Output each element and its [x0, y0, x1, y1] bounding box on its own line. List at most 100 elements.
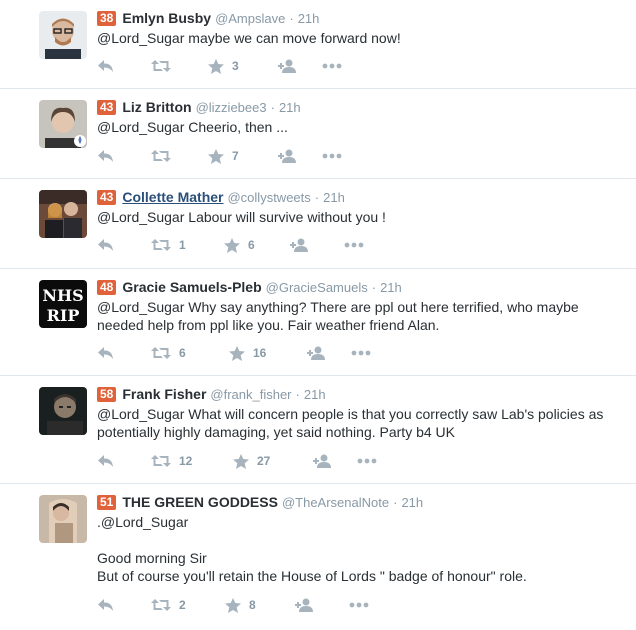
- mention-link[interactable]: @Lord_Sugar: [97, 119, 184, 135]
- tweet-actions: 7: [97, 147, 342, 165]
- retweet-icon: [151, 346, 171, 360]
- tweet-header: 38 Emlyn Busby @Ampslave · 21h: [97, 10, 319, 26]
- timestamp[interactable]: 21h: [401, 495, 423, 510]
- author-handle[interactable]: @GracieSamuels: [266, 280, 368, 295]
- author-handle[interactable]: @TheArsenalNote: [282, 495, 389, 510]
- avatar[interactable]: NHS RIP: [39, 280, 87, 328]
- retweet-count: 1: [179, 238, 186, 252]
- mention-link[interactable]: @Lord_Sugar: [97, 209, 184, 225]
- tweet-header: 43 Liz Britton @lizziebee3 · 21h: [97, 99, 301, 115]
- retweet-button[interactable]: 6: [151, 344, 229, 362]
- avatar[interactable]: [39, 190, 87, 238]
- tweet-body: Cheerio, then ...: [184, 119, 288, 135]
- favorite-button[interactable]: 16: [229, 344, 307, 362]
- author-name[interactable]: Frank Fisher: [122, 386, 206, 402]
- reply-button[interactable]: [97, 452, 151, 470]
- timestamp[interactable]: 21h: [279, 100, 301, 115]
- more-button[interactable]: [322, 147, 342, 165]
- follow-icon: [295, 598, 315, 612]
- author-name[interactable]: THE GREEN GODDESS: [122, 494, 278, 510]
- tweet[interactable]: 58 Frank Fisher @frank_fisher · 21h @Lor…: [0, 376, 636, 484]
- reply-icon: [97, 149, 115, 163]
- reply-button[interactable]: [97, 596, 151, 614]
- score-badge: 38: [97, 10, 117, 26]
- retweet-button[interactable]: 1: [151, 236, 224, 254]
- follow-button[interactable]: [278, 57, 322, 75]
- tweet-header: 58 Frank Fisher @frank_fisher · 21h: [97, 386, 326, 402]
- tweet-text: @Lord_Sugar Why say anything? There are …: [97, 298, 607, 334]
- follow-button[interactable]: [313, 452, 357, 470]
- tweet-body: maybe we can move forward now!: [184, 30, 401, 46]
- tweet-text: @Lord_Sugar Labour will survive without …: [97, 208, 617, 226]
- favorite-icon: [233, 453, 249, 469]
- timestamp[interactable]: 21h: [298, 11, 320, 26]
- follow-button[interactable]: [295, 596, 349, 614]
- retweet-count: 6: [179, 346, 186, 360]
- avatar[interactable]: [39, 100, 87, 148]
- more-button[interactable]: [351, 344, 371, 362]
- favorite-icon: [225, 597, 241, 613]
- author-handle[interactable]: @frank_fisher: [210, 387, 291, 402]
- tweet-actions: 12 27: [97, 452, 377, 470]
- more-button[interactable]: [349, 596, 369, 614]
- tweet[interactable]: 51 THE GREEN GODDESS @TheArsenalNote · 2…: [0, 484, 636, 630]
- retweet-count: 12: [179, 454, 193, 468]
- retweet-button[interactable]: 2: [151, 596, 225, 614]
- reply-button[interactable]: [97, 236, 151, 254]
- follow-icon: [278, 59, 298, 73]
- retweet-button[interactable]: 12: [151, 452, 233, 470]
- favorite-button[interactable]: 27: [233, 452, 313, 470]
- more-button[interactable]: [344, 236, 364, 254]
- timestamp[interactable]: 21h: [323, 190, 345, 205]
- more-button[interactable]: [357, 452, 377, 470]
- reply-button[interactable]: [97, 147, 151, 165]
- author-handle[interactable]: @Ampslave: [215, 11, 285, 26]
- mention-link[interactable]: .@Lord_Sugar: [97, 514, 188, 530]
- reply-icon: [97, 346, 115, 360]
- favorite-button[interactable]: 6: [224, 236, 290, 254]
- tweet[interactable]: NHS RIP 48 Gracie Samuels-Pleb @GracieSam…: [0, 269, 636, 376]
- avatar[interactable]: [39, 495, 87, 543]
- reply-button[interactable]: [97, 344, 151, 362]
- favorite-button[interactable]: 8: [225, 596, 295, 614]
- retweet-icon: [151, 238, 171, 252]
- favorite-button[interactable]: 3: [208, 57, 278, 75]
- avatar[interactable]: [39, 387, 87, 435]
- tweet-header: 51 THE GREEN GODDESS @TheArsenalNote · 2…: [97, 494, 423, 510]
- follow-button[interactable]: [307, 344, 351, 362]
- author-handle[interactable]: @collystweets: [227, 190, 310, 205]
- tweet-actions: 2 8: [97, 596, 369, 614]
- author-handle[interactable]: @lizziebee3: [196, 100, 267, 115]
- score-badge: 51: [97, 494, 117, 510]
- author-name[interactable]: Gracie Samuels-Pleb: [122, 279, 261, 295]
- score-badge: 58: [97, 386, 117, 402]
- follow-button[interactable]: [278, 147, 322, 165]
- more-icon: [322, 63, 342, 69]
- author-name[interactable]: Emlyn Busby: [122, 10, 211, 26]
- follow-icon: [278, 149, 298, 163]
- author-name[interactable]: Collette Mather: [122, 189, 223, 205]
- tweet[interactable]: 38 Emlyn Busby @Ampslave · 21h @Lord_Sug…: [0, 0, 636, 89]
- retweet-button[interactable]: [151, 147, 208, 165]
- avatar[interactable]: [39, 11, 87, 59]
- reply-button[interactable]: [97, 57, 151, 75]
- mention-link[interactable]: @Lord_Sugar: [97, 299, 184, 315]
- more-button[interactable]: [322, 57, 342, 75]
- favorite-count: 6: [248, 238, 255, 252]
- author-name[interactable]: Liz Britton: [122, 99, 191, 115]
- mention-link[interactable]: @Lord_Sugar: [97, 406, 184, 422]
- more-icon: [351, 350, 371, 356]
- separator-dot: ·: [371, 279, 377, 295]
- avatar-text-line-2: RIP: [47, 306, 80, 325]
- timestamp[interactable]: 21h: [304, 387, 326, 402]
- follow-button[interactable]: [290, 236, 344, 254]
- tweet-actions: 1 6: [97, 236, 364, 254]
- mention-link[interactable]: @Lord_Sugar: [97, 30, 184, 46]
- retweet-icon: [151, 59, 171, 73]
- tweet[interactable]: 43 Liz Britton @lizziebee3 · 21h @Lord_S…: [0, 89, 636, 179]
- favorite-button[interactable]: 7: [208, 147, 278, 165]
- timestamp[interactable]: 21h: [380, 280, 402, 295]
- tweet-line: [97, 531, 617, 549]
- tweet[interactable]: 43 Collette Mather @collystweets · 21h @…: [0, 179, 636, 269]
- retweet-button[interactable]: [151, 57, 208, 75]
